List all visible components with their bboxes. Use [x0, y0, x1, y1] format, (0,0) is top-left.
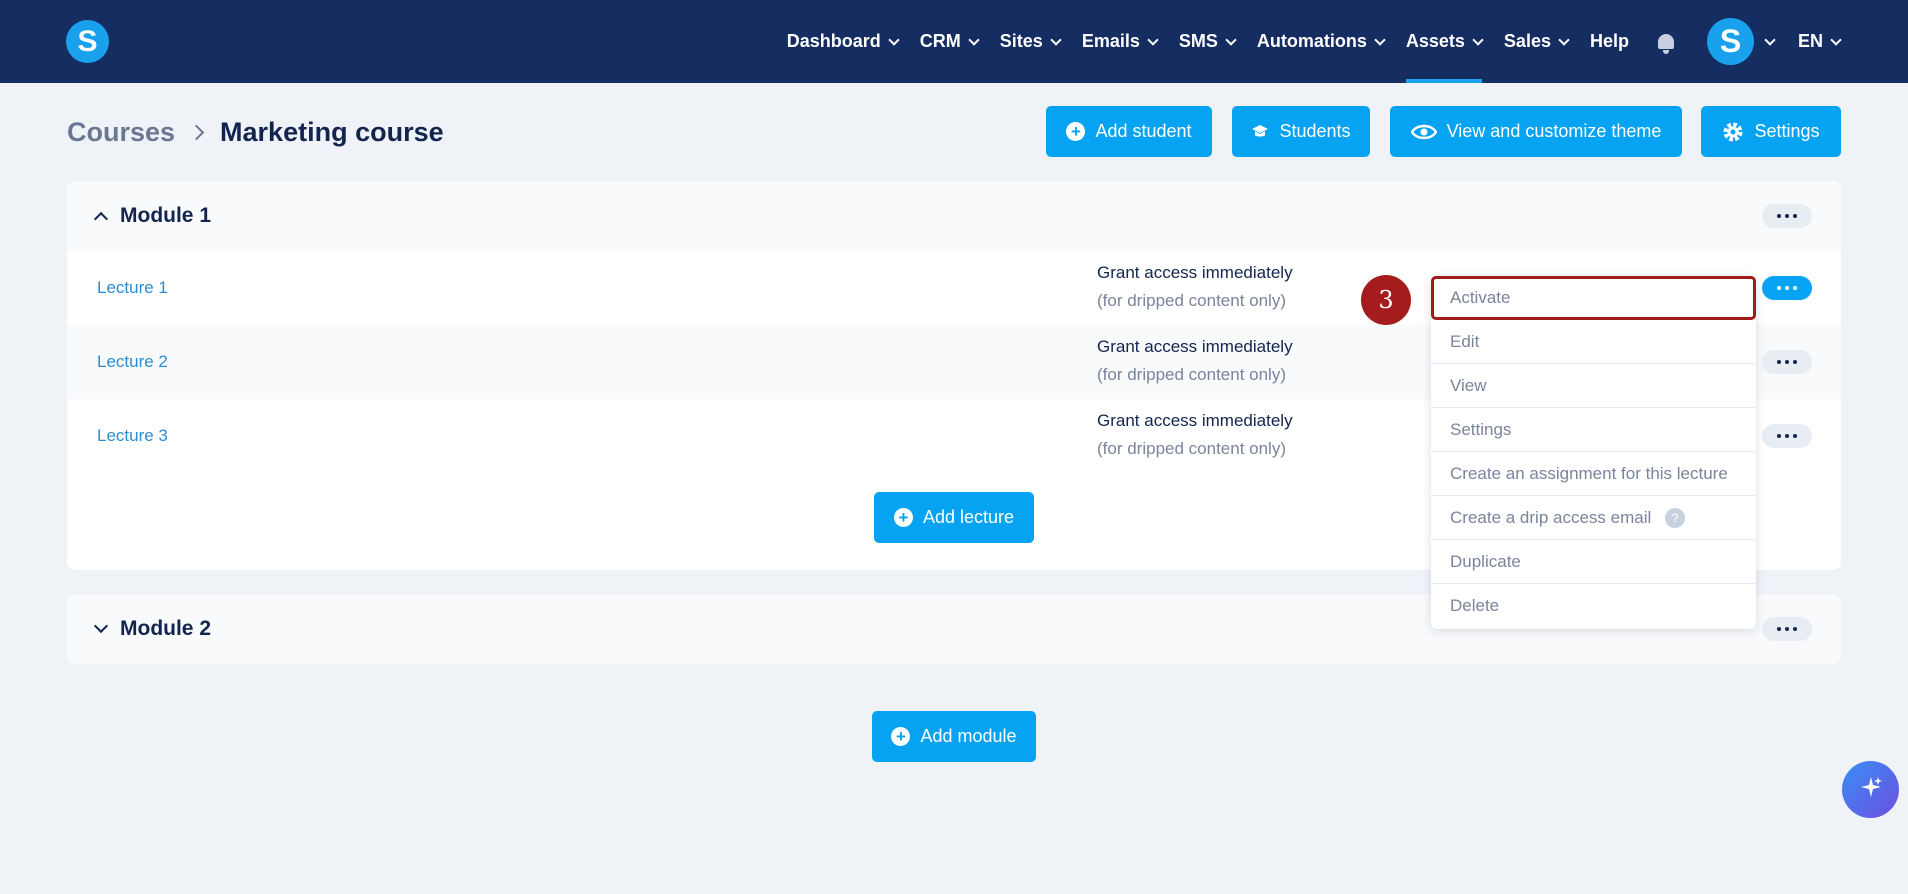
breadcrumb: Courses Marketing course — [67, 117, 444, 148]
add-lecture-button[interactable]: + Add lecture — [874, 492, 1034, 543]
breadcrumb-courses-link[interactable]: Courses — [67, 117, 175, 148]
chevron-down-icon[interactable] — [93, 618, 109, 634]
help-icon[interactable]: ? — [1665, 507, 1686, 528]
gear-icon — [1722, 121, 1744, 143]
add-student-button[interactable]: + Add student — [1046, 106, 1212, 157]
nav-dashboard[interactable]: Dashboard — [786, 0, 900, 83]
lecture-more-button[interactable] — [1762, 424, 1812, 448]
user-menu[interactable]: S — [1706, 18, 1776, 65]
chevron-down-icon — [1764, 33, 1776, 46]
menu-item-create-assignment[interactable]: Create an assignment for this lecture — [1431, 452, 1756, 496]
chevron-down-icon — [1830, 33, 1842, 46]
button-label: Add module — [920, 726, 1017, 746]
graduation-cap-icon — [1251, 123, 1269, 141]
chevron-up-icon[interactable] — [93, 211, 109, 227]
nav-label: Automations — [1256, 31, 1367, 51]
button-label: View and customize theme — [1446, 121, 1662, 141]
lecture-link[interactable]: Lecture 2 — [97, 352, 168, 372]
plus-circle-icon: + — [1066, 122, 1086, 141]
add-module-button[interactable]: + Add module — [872, 711, 1036, 762]
access-note: (for dripped content only) — [1097, 291, 1286, 310]
nav-sites[interactable]: Sites — [999, 0, 1062, 83]
eye-icon — [1410, 124, 1437, 140]
button-label: Add lecture — [922, 507, 1015, 527]
nav-label: Emails — [1081, 31, 1140, 51]
module-more-button[interactable] — [1762, 617, 1812, 641]
module-title: Module 1 — [120, 204, 212, 227]
settings-button[interactable]: Settings — [1701, 106, 1841, 157]
chevron-down-icon — [1225, 33, 1237, 46]
page-title: Marketing course — [220, 117, 444, 147]
step-marker: 3 — [1361, 275, 1411, 325]
language-label: EN — [1797, 31, 1823, 51]
top-navbar: S Dashboard CRM Sites Emails SMS Automat… — [0, 0, 1908, 83]
access-note: (for dripped content only) — [1097, 365, 1286, 384]
menu-item-delete[interactable]: Delete — [1431, 584, 1756, 628]
chevron-down-icon — [1472, 33, 1484, 46]
menu-item-duplicate[interactable]: Duplicate — [1431, 540, 1756, 584]
nav-automations[interactable]: Automations — [1256, 0, 1386, 83]
menu-item-view[interactable]: View — [1431, 364, 1756, 408]
lecture-context-menu: Activate Edit View Settings Create an as… — [1431, 276, 1756, 629]
menu-item-settings[interactable]: Settings — [1431, 408, 1756, 452]
chevron-down-icon — [968, 33, 980, 46]
app-logo[interactable]: S — [66, 20, 109, 63]
nav-label: Sites — [999, 31, 1043, 51]
access-status: Grant access immediately — [1097, 411, 1293, 430]
nav-label: Sales — [1503, 31, 1551, 51]
plus-circle-icon: + — [893, 508, 913, 527]
nav-sms[interactable]: SMS — [1178, 0, 1237, 83]
chevron-down-icon — [1050, 33, 1062, 46]
lecture-more-button[interactable] — [1762, 350, 1812, 374]
avatar: S — [1706, 18, 1754, 65]
button-label: Students — [1279, 121, 1351, 141]
module-title: Module 2 — [120, 617, 212, 640]
nav-assets[interactable]: Assets — [1405, 0, 1484, 83]
menu-item-activate[interactable]: Activate — [1431, 276, 1756, 320]
module-header[interactable]: Module 1 — [67, 181, 1841, 251]
nav-help[interactable]: Help — [1590, 0, 1629, 83]
chevron-down-icon — [1147, 33, 1159, 46]
students-button[interactable]: Students — [1232, 106, 1370, 157]
view-customize-theme-button[interactable]: View and customize theme — [1390, 106, 1682, 157]
access-note: (for dripped content only) — [1097, 439, 1286, 458]
nav-label: Dashboard — [786, 31, 881, 51]
lecture-link[interactable]: Lecture 3 — [97, 426, 168, 446]
nav-label: CRM — [919, 31, 961, 51]
button-label: Settings — [1754, 121, 1820, 141]
access-status: Grant access immediately — [1097, 263, 1293, 282]
chevron-right-icon — [188, 124, 205, 141]
menu-item-edit[interactable]: Edit — [1431, 320, 1756, 364]
access-status: Grant access immediately — [1097, 337, 1293, 356]
chevron-down-icon — [1558, 33, 1570, 46]
chevron-down-icon — [888, 33, 900, 46]
sparkle-icon — [1858, 774, 1884, 805]
nav-label: Assets — [1405, 31, 1465, 51]
module-more-button[interactable] — [1762, 204, 1812, 228]
bell-icon[interactable] — [1657, 33, 1675, 54]
nav-label: Help — [1589, 31, 1629, 51]
language-selector[interactable]: EN — [1797, 0, 1842, 83]
chevron-down-icon — [1374, 33, 1386, 46]
plus-circle-icon: + — [891, 727, 911, 746]
lecture-more-button[interactable] — [1762, 276, 1812, 300]
nav-label: SMS — [1178, 31, 1218, 51]
nav-sales[interactable]: Sales — [1503, 0, 1570, 83]
ai-assistant-button[interactable] — [1842, 761, 1899, 818]
nav-crm[interactable]: CRM — [919, 0, 980, 83]
nav-emails[interactable]: Emails — [1081, 0, 1159, 83]
menu-item-drip-email[interactable]: Create a drip access email ? — [1431, 496, 1756, 540]
lecture-link[interactable]: Lecture 1 — [97, 278, 168, 298]
menu-item-label: Create a drip access email — [1450, 507, 1652, 527]
button-label: Add student — [1095, 121, 1192, 141]
main-nav: Dashboard CRM Sites Emails SMS Automatio… — [765, 0, 1842, 83]
